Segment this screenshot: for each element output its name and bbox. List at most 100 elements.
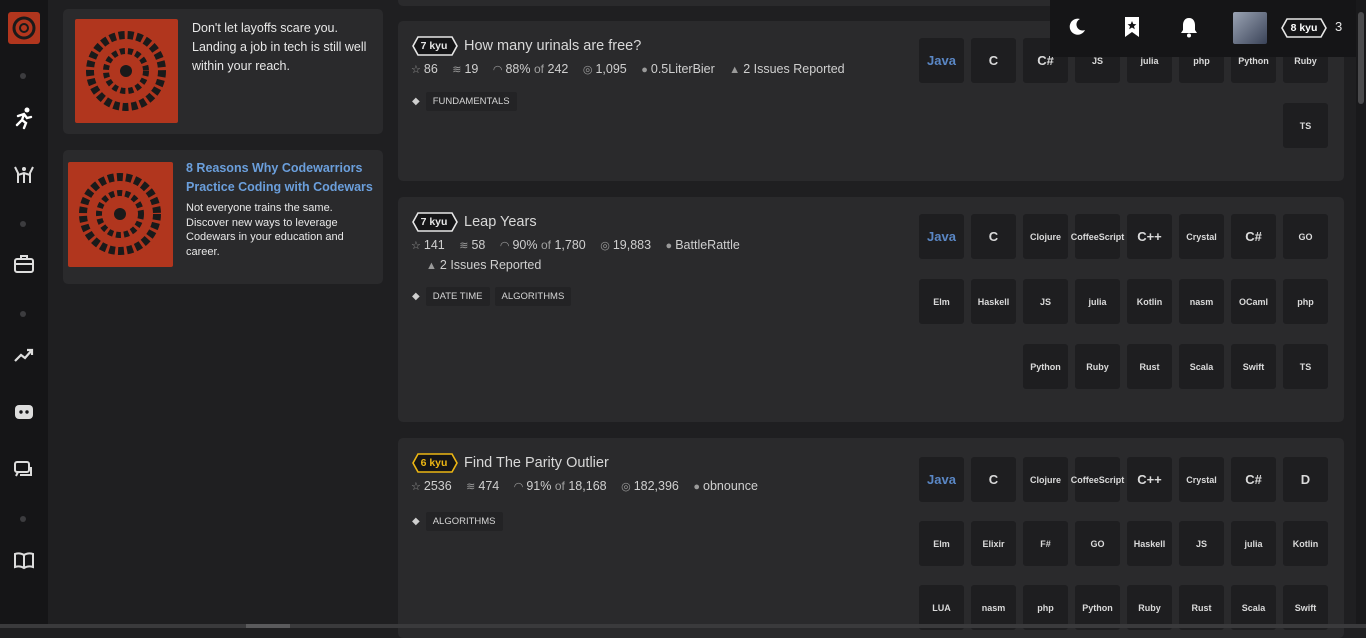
completed-icon: ◎ bbox=[582, 64, 593, 76]
completed-icon: ◎ bbox=[621, 481, 631, 493]
kyu-badge: 7 kyu bbox=[412, 212, 458, 232]
scrollbar[interactable] bbox=[1356, 0, 1366, 628]
haskell-language-icon[interactable]: Haskell bbox=[971, 279, 1016, 324]
warning-icon: ▲ bbox=[729, 64, 741, 76]
codewars-logo[interactable] bbox=[8, 12, 40, 44]
kata-stats: ☆ 141 ≋ 58 ◠ 90% of 1,780 ◎ 19,883 ● BattleRa… bbox=[411, 238, 740, 252]
user-icon: ● bbox=[665, 240, 673, 252]
author-link[interactable]: 0.5LiterBier bbox=[651, 62, 715, 76]
author-link[interactable]: BattleRattle bbox=[675, 238, 740, 252]
tag-list: ◆ DATE TIME ALGORITHMS bbox=[412, 287, 576, 306]
bookmark-icon[interactable] bbox=[1123, 16, 1141, 43]
nav-rail bbox=[0, 0, 48, 628]
csharp-language-icon[interactable]: C# bbox=[1231, 457, 1276, 502]
clojure-language-icon[interactable]: Clojure bbox=[1023, 214, 1068, 259]
collections-icon: ≋ bbox=[459, 240, 469, 252]
top-bar: 8 kyu 3 bbox=[1050, 0, 1356, 57]
kotlin-language-icon[interactable]: Kotlin bbox=[1127, 279, 1172, 324]
go-language-icon[interactable]: GO bbox=[1283, 214, 1328, 259]
kata-card[interactable]: 7 kyu Leap Years ☆ 141 ≋ 58 ◠ 90% of 1,780 … bbox=[398, 197, 1344, 422]
scala-language-icon[interactable]: Scala bbox=[1179, 344, 1224, 389]
collections-icon: ≋ bbox=[452, 64, 462, 76]
tag-icon: ◆ bbox=[412, 96, 420, 107]
php-language-icon[interactable]: php bbox=[1283, 279, 1328, 324]
practice-icon[interactable] bbox=[12, 106, 36, 130]
collections-icon: ≋ bbox=[466, 481, 476, 493]
cpp-language-icon[interactable]: C++ bbox=[1127, 214, 1172, 259]
jobs-icon[interactable] bbox=[12, 252, 36, 276]
cpp-language-icon[interactable]: C++ bbox=[1127, 457, 1172, 502]
bell-icon[interactable] bbox=[1178, 16, 1200, 43]
tag[interactable]: DATE TIME bbox=[425, 287, 490, 306]
julia-language-icon[interactable]: julia bbox=[1231, 521, 1276, 566]
python-language-icon[interactable]: Python bbox=[1023, 344, 1068, 389]
c-language-icon[interactable]: C bbox=[971, 457, 1016, 502]
promo-text: Don't let layoffs scare you. Landing a j… bbox=[192, 21, 367, 73]
tag-icon: ◆ bbox=[412, 516, 420, 527]
horizontal-scrollbar[interactable] bbox=[0, 624, 1366, 628]
elm-language-icon[interactable]: Elm bbox=[919, 279, 964, 324]
csharp-language-icon[interactable]: C# bbox=[1231, 214, 1276, 259]
promo-card-layoffs[interactable]: Don't let layoffs scare you. Landing a j… bbox=[63, 9, 383, 134]
fsharp-language-icon[interactable]: F# bbox=[1023, 521, 1068, 566]
ocaml-language-icon[interactable]: OCaml bbox=[1231, 279, 1276, 324]
c-language-icon[interactable]: C bbox=[971, 214, 1016, 259]
kata-stats: ☆ 86 ≋ 19 ◠ 88% of 242 ◎ 1,095 ● 0.5LiterBier… bbox=[411, 62, 845, 76]
discuss-icon[interactable] bbox=[12, 458, 36, 482]
scrollbar-thumb[interactable] bbox=[1358, 12, 1364, 104]
scrollbar-thumb[interactable] bbox=[246, 624, 290, 628]
ruby-language-icon[interactable]: Ruby bbox=[1075, 344, 1120, 389]
tag[interactable]: ALGORITHMS bbox=[425, 512, 503, 531]
c-language-icon[interactable]: C bbox=[971, 38, 1016, 83]
rank-badge[interactable]: 8 kyu bbox=[1281, 18, 1327, 38]
discord-icon[interactable] bbox=[12, 400, 36, 424]
kotlin-language-icon[interactable]: Kotlin bbox=[1283, 521, 1328, 566]
go-language-icon[interactable]: GO bbox=[1075, 521, 1120, 566]
java-language-icon[interactable]: Java bbox=[919, 38, 964, 83]
tag-icon: ◆ bbox=[412, 291, 420, 302]
typescript-language-icon[interactable]: TS bbox=[1283, 344, 1328, 389]
promo-card-reasons[interactable]: 8 Reasons Why Codewarriors Practice Codi… bbox=[63, 150, 383, 284]
rust-language-icon[interactable]: Rust bbox=[1127, 344, 1172, 389]
completed-icon: ◎ bbox=[600, 240, 610, 252]
tag[interactable]: FUNDAMENTALS bbox=[425, 92, 517, 111]
julia-language-icon[interactable]: julia bbox=[1075, 279, 1120, 324]
user-icon: ● bbox=[641, 64, 648, 76]
avatar[interactable] bbox=[1233, 12, 1267, 44]
haskell-language-icon[interactable]: Haskell bbox=[1127, 521, 1172, 566]
promo-title-link[interactable]: 8 Reasons Why Codewarriors Practice Codi… bbox=[186, 159, 376, 197]
coffeescript-language-icon[interactable]: CoffeeScript bbox=[1071, 457, 1124, 502]
warning-icon: ▲ bbox=[426, 260, 437, 272]
javascript-language-icon[interactable]: JS bbox=[1179, 521, 1224, 566]
swift-language-icon[interactable]: Swift bbox=[1231, 344, 1276, 389]
train-icon[interactable] bbox=[12, 163, 36, 187]
java-language-icon[interactable]: Java bbox=[919, 214, 964, 259]
kata-title-link[interactable]: How many urinals are free? bbox=[464, 38, 641, 54]
divider-dot bbox=[20, 73, 26, 79]
d-language-icon[interactable]: D bbox=[1283, 457, 1328, 502]
crystal-language-icon[interactable]: Crystal bbox=[1179, 214, 1224, 259]
user-icon: ● bbox=[693, 481, 701, 493]
coffeescript-language-icon[interactable]: CoffeeScript bbox=[1071, 214, 1124, 259]
nasm-language-icon[interactable]: nasm bbox=[1179, 279, 1224, 324]
tag[interactable]: ALGORITHMS bbox=[494, 287, 572, 306]
kata-card[interactable]: 6 kyu Find The Parity Outlier ☆ 2536 ≋ 474… bbox=[398, 438, 1344, 638]
clojure-language-icon[interactable]: Clojure bbox=[1023, 457, 1068, 502]
star-icon: ☆ bbox=[411, 481, 421, 493]
elm-language-icon[interactable]: Elm bbox=[919, 521, 964, 566]
divider-dot bbox=[20, 516, 26, 522]
tag-list: ◆ FUNDAMENTALS bbox=[412, 92, 522, 111]
crystal-language-icon[interactable]: Crystal bbox=[1179, 457, 1224, 502]
javascript-language-icon[interactable]: JS bbox=[1023, 279, 1068, 324]
promo-image bbox=[68, 162, 173, 267]
author-link[interactable]: obnounce bbox=[703, 479, 758, 493]
java-language-icon[interactable]: Java bbox=[919, 457, 964, 502]
kata-title-link[interactable]: Leap Years bbox=[464, 214, 537, 230]
moon-icon[interactable] bbox=[1067, 17, 1087, 42]
elixir-language-icon[interactable]: Elixir bbox=[971, 521, 1016, 566]
satisfaction-icon: ◠ bbox=[513, 481, 524, 493]
typescript-language-icon[interactable]: TS bbox=[1283, 103, 1328, 148]
kata-title-link[interactable]: Find The Parity Outlier bbox=[464, 455, 609, 471]
docs-icon[interactable] bbox=[12, 548, 36, 572]
leaders-icon[interactable] bbox=[12, 343, 36, 367]
